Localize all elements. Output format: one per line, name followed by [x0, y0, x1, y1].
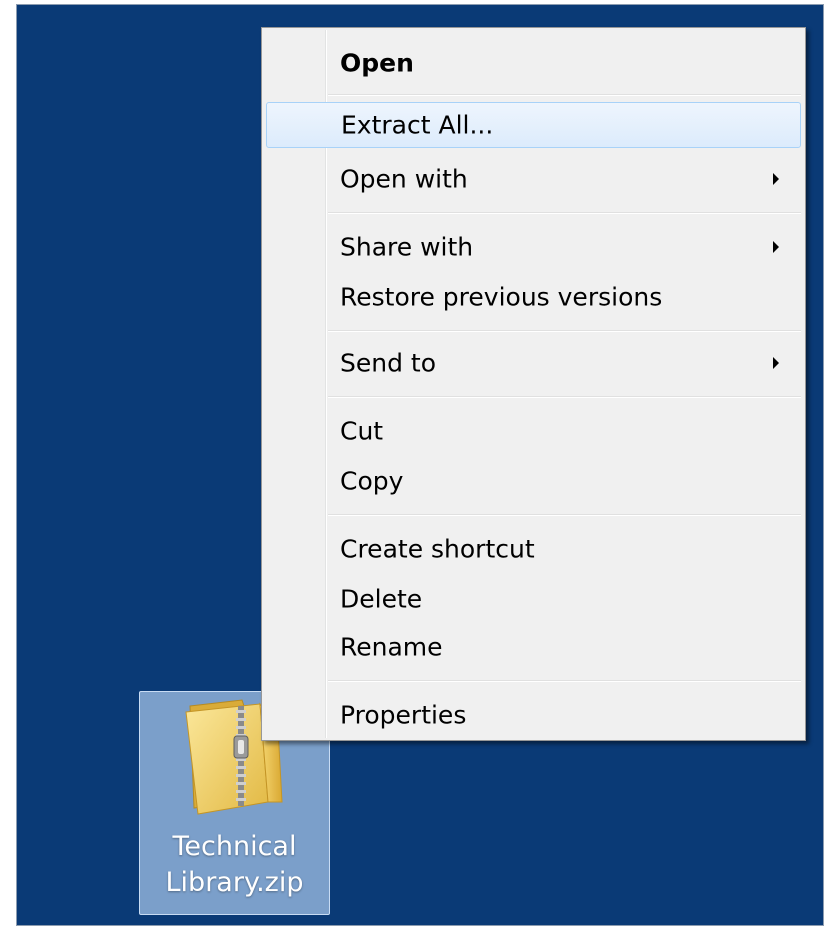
submenu-arrow-icon — [773, 241, 779, 253]
menu-item-label: Create shortcut — [340, 534, 535, 564]
menu-item-label: Open — [340, 48, 414, 78]
menu-item-label: Send to — [340, 348, 437, 378]
menu-item-delete[interactable]: Delete — [264, 576, 803, 622]
menu-item-properties[interactable]: Properties — [264, 692, 803, 738]
menu-separator — [328, 680, 801, 682]
menu-item-rename[interactable]: Rename — [264, 624, 803, 670]
desktop-icon-name-line1: Technical — [172, 831, 297, 862]
submenu-arrow-icon — [773, 357, 779, 369]
menu-item-label: Share with — [340, 232, 474, 262]
menu-separator — [328, 396, 801, 398]
menu-item-label: Delete — [340, 584, 423, 614]
menu-separator — [328, 514, 801, 516]
menu-separator — [328, 212, 801, 214]
menu-item-restore-previous-versions[interactable]: Restore previous versions — [264, 274, 803, 320]
menu-item-label: Extract All... — [341, 110, 494, 140]
menu-item-label: Properties — [340, 700, 467, 730]
menu-item-send-to[interactable]: Send to — [264, 340, 803, 386]
menu-item-label: Rename — [340, 632, 443, 662]
context-menu: Open Extract All... Open with Share with… — [261, 27, 806, 741]
menu-item-share-with[interactable]: Share with — [264, 224, 803, 270]
menu-item-label: Copy — [340, 466, 404, 496]
menu-item-open-with[interactable]: Open with — [264, 156, 803, 202]
menu-item-open[interactable]: Open — [264, 40, 803, 86]
menu-item-label: Open with — [340, 164, 468, 194]
submenu-arrow-icon — [773, 173, 779, 185]
desktop-icon-name-line2: Library.zip — [165, 867, 304, 898]
menu-separator — [328, 330, 801, 332]
desktop: Technical Library.zip Open Extract All..… — [16, 4, 824, 926]
menu-item-cut[interactable]: Cut — [264, 408, 803, 454]
menu-item-create-shortcut[interactable]: Create shortcut — [264, 526, 803, 572]
menu-item-label: Restore previous versions — [340, 282, 663, 312]
menu-item-extract-all[interactable]: Extract All... — [266, 102, 801, 148]
menu-item-label: Cut — [340, 416, 384, 446]
menu-item-copy[interactable]: Copy — [264, 458, 803, 504]
menu-separator — [328, 94, 801, 96]
